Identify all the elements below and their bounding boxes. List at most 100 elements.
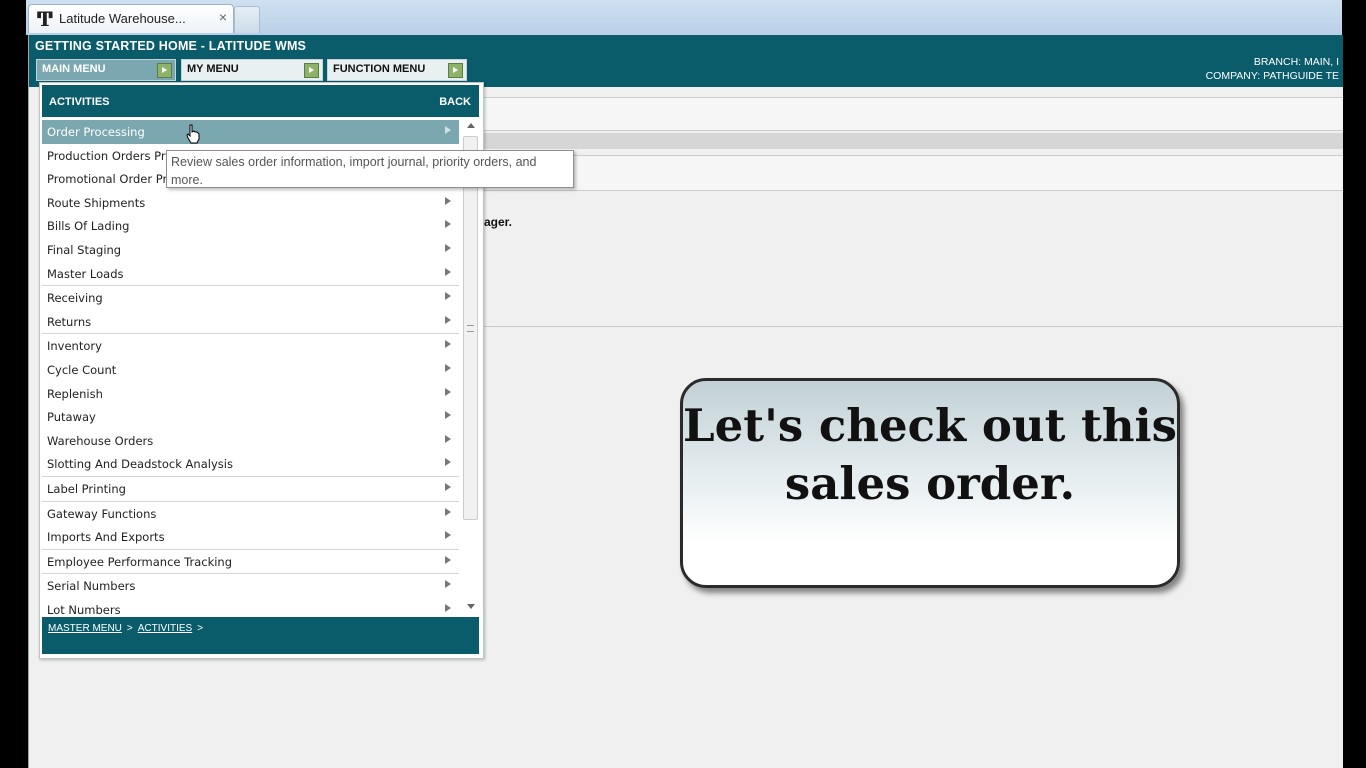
new-tab-button[interactable]: [234, 6, 260, 33]
submenu-arrow-icon: [445, 434, 451, 443]
submenu-arrow-icon: [445, 267, 451, 276]
menu-item-label: Route Shipments: [47, 195, 146, 210]
submenu-arrow-icon: [445, 340, 451, 349]
menu-item-label: Gateway Functions: [47, 506, 157, 521]
menu-item-label: Cycle Count: [47, 362, 117, 377]
scroll-thumb[interactable]: [463, 136, 478, 520]
my-menu-button[interactable]: MY MENU: [181, 59, 323, 81]
menu-go-icon: [304, 63, 319, 78]
menu-item-imports-exports[interactable]: Imports And Exports: [42, 525, 459, 549]
submenu-arrow-icon: [445, 243, 451, 252]
menu-item-label: Serial Numbers: [47, 579, 136, 594]
divider: [479, 326, 1343, 327]
page-title: GETTING STARTED HOME - LATITUDE WMS: [35, 39, 307, 53]
submenu-arrow-icon: [445, 220, 451, 229]
breadcrumb-separator: >: [126, 623, 133, 634]
breadcrumb-separator: >: [197, 623, 204, 634]
callout-line-2: sales order.: [784, 457, 1076, 510]
app-header: GETTING STARTED HOME - LATITUDE WMS MAIN…: [29, 35, 1343, 87]
submenu-arrow-icon: [445, 580, 451, 589]
breadcrumb-activities[interactable]: ACTIVITIES: [138, 623, 192, 634]
menu-item-label: Final Staging: [47, 242, 122, 257]
function-menu-button[interactable]: FUNCTION MENU: [327, 59, 467, 81]
menu-item-label: Replenish: [47, 386, 103, 401]
submenu-arrow-icon: [445, 603, 451, 612]
menu-item-label: Putaway: [47, 410, 96, 425]
menu-item-label: Slotting And Deadstock Analysis: [47, 457, 233, 472]
branch-text: BRANCH: MAIN, I: [1253, 56, 1339, 68]
menu-item-warehouse-orders[interactable]: Warehouse Orders: [42, 429, 459, 453]
menu-item-cycle-count[interactable]: Cycle Count: [42, 358, 459, 382]
flyout-title: ACTIVITIES: [49, 96, 110, 108]
menu-item-label: Promotional Order Pro: [47, 172, 174, 187]
submenu-arrow-icon: [445, 458, 451, 467]
menu-item-returns[interactable]: Returns: [42, 310, 459, 334]
submenu-arrow-icon: [445, 292, 451, 301]
menu-item-label: Returns: [47, 314, 92, 329]
background-band: [479, 155, 1343, 191]
left-border: [0, 0, 26, 768]
hand-cursor-icon: [186, 124, 200, 144]
submenu-arrow-icon: [445, 196, 451, 205]
menu-item-label: Lot Numbers: [47, 602, 121, 615]
background-text: ager.: [484, 215, 513, 229]
main-menu-button[interactable]: MAIN MENU: [36, 59, 176, 81]
menu-item-label: Master Loads: [47, 266, 124, 281]
menu-item-serial-numbers[interactable]: Serial Numbers: [42, 573, 459, 598]
flyout-footer: MASTER MENU > ACTIVITIES >: [42, 617, 479, 654]
menu-go-icon: [157, 63, 172, 78]
menu-item-gateway-functions[interactable]: Gateway Functions: [42, 500, 459, 526]
menu-item-label: Label Printing: [47, 481, 126, 496]
submenu-arrow-icon: [445, 507, 451, 516]
browser-tab-bar: Ͳ Latitude Warehouse... ×: [26, 0, 1342, 35]
browser-tab[interactable]: Ͳ Latitude Warehouse... ×: [28, 4, 234, 33]
menu-item-label: Receiving: [47, 291, 103, 306]
latitude-logo-icon: Ͳ: [36, 7, 54, 31]
menu-item-final-staging[interactable]: Final Staging: [42, 238, 459, 262]
callout-box: Let's check out this sales order.: [680, 378, 1180, 588]
menu-item-label-printing[interactable]: Label Printing: [42, 475, 459, 501]
submenu-arrow-icon: [445, 555, 451, 564]
main-menu-label: MAIN MENU: [42, 63, 106, 75]
submenu-arrow-icon: [445, 387, 451, 396]
menu-item-route-shipments[interactable]: Route Shipments: [42, 191, 459, 215]
menu-item-label: Imports And Exports: [47, 530, 165, 545]
menu-item-replenish[interactable]: Replenish: [42, 382, 459, 406]
menu-item-inventory[interactable]: Inventory: [42, 333, 459, 358]
menu-item-master-loads[interactable]: Master Loads: [42, 262, 459, 286]
list-scrollbar[interactable]: [461, 118, 479, 615]
menu-item-receiving[interactable]: Receiving: [42, 285, 459, 310]
menu-item-lot-numbers[interactable]: Lot Numbers: [42, 598, 459, 615]
menu-item-label: Warehouse Orders: [47, 433, 154, 448]
menu-item-label: Bills Of Lading: [47, 219, 130, 234]
menu-item-label: Order Processing: [47, 125, 145, 139]
submenu-arrow-icon: [445, 531, 451, 540]
right-border: [1342, 0, 1366, 768]
my-menu-label: MY MENU: [187, 63, 239, 75]
menu-item-employee-performance[interactable]: Employee Performance Tracking: [42, 548, 459, 574]
activities-list: Order Processing Production Orders Pro P…: [42, 118, 459, 615]
menu-item-label: Inventory: [47, 339, 102, 354]
menu-item-order-processing[interactable]: Order Processing: [42, 120, 459, 144]
menu-item-label: Production Orders Pro: [47, 148, 173, 163]
background-band: [479, 133, 1343, 149]
breadcrumb: MASTER MENU > ACTIVITIES >: [48, 623, 208, 634]
menu-item-slotting[interactable]: Slotting And Deadstock Analysis: [42, 452, 459, 476]
submenu-arrow-icon: [445, 411, 451, 420]
tab-title: Latitude Warehouse...: [59, 11, 186, 26]
close-tab-icon[interactable]: ×: [219, 9, 227, 25]
breadcrumb-master-menu[interactable]: MASTER MENU: [48, 623, 122, 634]
callout-line-1: Let's check out this: [683, 399, 1177, 452]
scroll-down-icon[interactable]: [467, 604, 475, 609]
back-button[interactable]: BACK: [439, 96, 471, 108]
grip-icon: [467, 325, 474, 332]
menu-go-icon: [448, 63, 463, 78]
menu-item-bills-of-lading[interactable]: Bills Of Lading: [42, 214, 459, 238]
flyout-header: ACTIVITIES BACK: [42, 85, 479, 117]
menu-item-putaway[interactable]: Putaway: [42, 405, 459, 429]
callout-text: Let's check out this sales order.: [683, 397, 1177, 513]
company-text: COMPANY: PATHGUIDE TE: [1205, 70, 1339, 82]
submenu-arrow-icon: [445, 126, 451, 134]
scroll-up-icon[interactable]: [467, 123, 475, 128]
background-band: [479, 97, 1343, 131]
